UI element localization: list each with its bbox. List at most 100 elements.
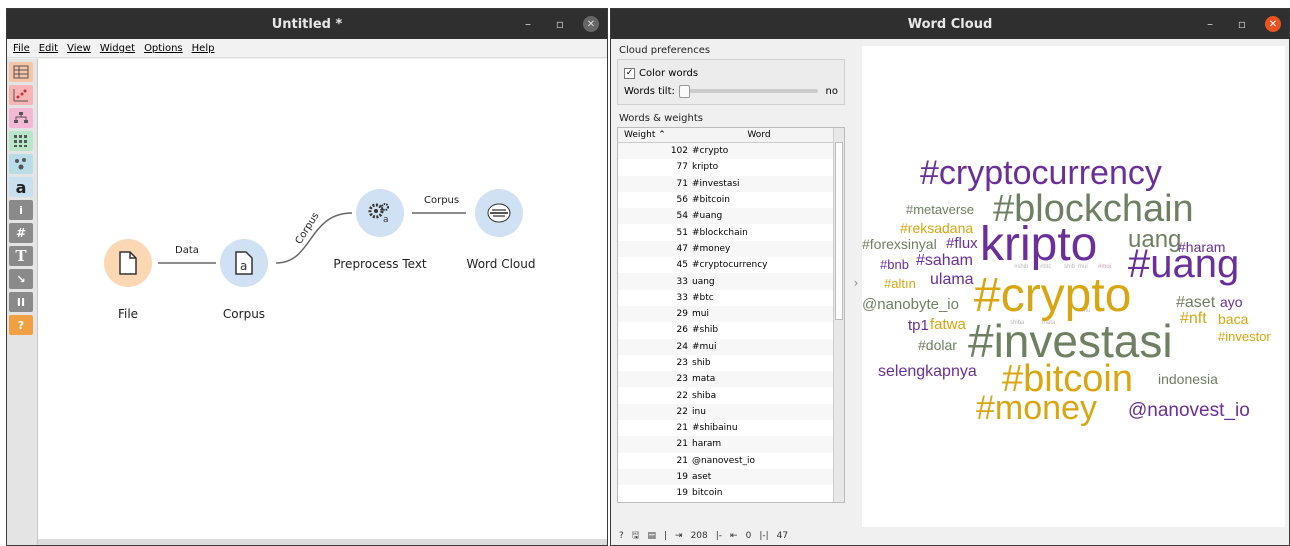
table-row[interactable]: 33 uang	[618, 273, 834, 290]
table-row[interactable]: 21 @nanovest_io	[618, 453, 834, 469]
help-icon[interactable]: ?	[9, 315, 33, 335]
words-weights-table[interactable]: Weight ⌃ Word 102 #crypto 77 kripto 71 #inves…	[617, 127, 845, 503]
workflow-titlebar[interactable]: Untitled * – ▫ ✕	[7, 9, 607, 39]
color-words-row[interactable]: ✓ Color words	[624, 64, 838, 82]
table-row[interactable]: 19 aset	[618, 468, 834, 486]
weight-cell: 33	[676, 276, 688, 287]
help-icon[interactable]: ?	[619, 531, 624, 541]
info-icon[interactable]: i	[9, 200, 33, 220]
grid-icon[interactable]	[9, 131, 33, 151]
table-row[interactable]: 22 shiba	[618, 387, 834, 403]
cluster-icon[interactable]	[9, 154, 33, 174]
hash-icon[interactable]: #	[9, 223, 33, 243]
cloud-word: #bnb	[880, 257, 909, 272]
tree-icon[interactable]	[9, 108, 33, 128]
words-weights-title: Words & weights	[619, 113, 703, 124]
table-row[interactable]: 21 haram	[618, 436, 834, 453]
save-icon[interactable]: 🖫	[632, 528, 640, 544]
color-words-checkbox[interactable]: ✓	[624, 67, 635, 79]
report-icon[interactable]: ▤	[647, 531, 656, 541]
weight-cell: 21	[676, 423, 688, 434]
cloud-word: #cryptocurrency	[920, 154, 1162, 192]
weight-cell: 21	[676, 455, 688, 466]
minimize-icon[interactable]: –	[1201, 15, 1219, 33]
word-cloud-titlebar[interactable]: Word Cloud – ▫ ✕	[611, 9, 1289, 39]
table-row[interactable]: 45 #cryptocurrency	[618, 257, 834, 273]
status-bar: ? 🖫 ▤ | ⇥ 208 |- ⇤ 0 |-| 47	[611, 527, 1289, 545]
cloud-preferences-title: Cloud preferences	[619, 45, 711, 56]
menu-widget[interactable]: Widget	[100, 43, 135, 54]
table-icon[interactable]	[9, 62, 33, 82]
cloud-word: ayo	[1220, 294, 1243, 310]
scatter-icon[interactable]	[9, 85, 33, 105]
cloud-word: #metaverse	[906, 202, 974, 217]
corpus-icon: a	[220, 239, 268, 287]
words-tilt-slider[interactable]	[678, 85, 818, 98]
cloud-word: #aset	[1176, 294, 1216, 311]
table-row[interactable]: 54 #uang	[618, 208, 834, 225]
workflow-canvas[interactable]: File a Corpus a Preprocess Text Word Clo…	[38, 59, 607, 545]
word-cell: mata	[692, 374, 716, 385]
cloud-word: tp1	[908, 317, 929, 334]
table-scrollbar[interactable]	[833, 128, 844, 502]
menu-options[interactable]: Options	[144, 43, 183, 54]
canvas-horizontal-scrollbar[interactable]	[38, 539, 607, 545]
word-cell: aset	[692, 472, 712, 483]
table-row[interactable]: 77 kripto	[618, 159, 834, 175]
close-icon[interactable]: ✕	[583, 16, 599, 32]
menu-edit[interactable]: Edit	[39, 43, 58, 54]
menu-file[interactable]: File	[13, 43, 30, 54]
table-row[interactable]: 47 #money	[618, 240, 834, 258]
menu-view[interactable]: View	[67, 43, 91, 54]
scrollbar-thumb[interactable]	[835, 142, 843, 320]
weight-cell: 45	[676, 260, 688, 271]
table-row[interactable]: 71 #investasi	[618, 175, 834, 192]
table-row[interactable]: 26 #shib	[618, 322, 834, 338]
close-icon[interactable]: ✕	[1265, 16, 1281, 32]
menu-help[interactable]: Help	[192, 43, 215, 54]
node-word-cloud[interactable]	[475, 189, 523, 237]
maximize-icon[interactable]: ▫	[1233, 15, 1251, 33]
table-row[interactable]: 102 #crypto	[618, 143, 834, 160]
weight-cell: 23	[676, 374, 688, 385]
weight-cell: 23	[676, 358, 688, 368]
weight-cell: 71	[676, 178, 688, 189]
table-row[interactable]: 56 #bitcoin	[618, 192, 834, 208]
table-row[interactable]: 33 #btc	[618, 290, 834, 306]
cloud-word: selengkapnya	[878, 363, 977, 380]
slider-handle[interactable]	[678, 85, 690, 98]
maximize-icon[interactable]: ▫	[551, 15, 569, 33]
word-cloud-window: Word Cloud – ▫ ✕ Cloud preferences ✓ Col…	[610, 8, 1290, 546]
weight-cell: 54	[676, 211, 688, 222]
text-a-icon[interactable]: a	[9, 177, 33, 197]
text-t-icon[interactable]: T	[9, 246, 33, 266]
separator: |-	[715, 531, 723, 541]
cloud-word: #nft	[1180, 310, 1207, 327]
node-preprocess-text[interactable]: a	[356, 189, 404, 237]
cloud-word: #dolar	[918, 337, 957, 353]
word-column-header[interactable]: Word	[684, 130, 834, 140]
arrow-icon[interactable]: ↘	[9, 269, 33, 289]
minimize-icon[interactable]: –	[519, 15, 537, 33]
word-cell: uang	[692, 276, 715, 287]
weight-cell: 19	[676, 488, 688, 499]
node-file[interactable]	[104, 239, 152, 287]
table-row[interactable]: 29 mui	[618, 305, 834, 323]
gears-icon: a	[356, 189, 404, 237]
weight-cell: 56	[676, 195, 688, 206]
table-row[interactable]: 23 shib	[618, 355, 834, 371]
table-row[interactable]: 23 mata	[618, 371, 834, 388]
node-corpus[interactable]: a	[220, 239, 268, 287]
weight-column-header[interactable]: Weight ⌃	[618, 130, 684, 140]
table-row[interactable]: 22 inu	[618, 403, 834, 421]
words-tilt-value: no	[825, 85, 838, 97]
cloud-word: #crypto	[974, 269, 1132, 322]
word-cloud-title: Word Cloud	[907, 16, 993, 32]
table-row[interactable]: 51 #blockchain	[618, 224, 834, 240]
table-row[interactable]: 19 bitcoin	[618, 485, 834, 501]
pause-icon[interactable]: II	[9, 292, 33, 312]
table-row[interactable]: 21 #shibainu	[618, 420, 834, 436]
collapse-arrow-icon[interactable]: ›	[851, 39, 861, 527]
table-row[interactable]: 24 #mui	[618, 338, 834, 355]
node-label-file: File	[117, 307, 139, 321]
